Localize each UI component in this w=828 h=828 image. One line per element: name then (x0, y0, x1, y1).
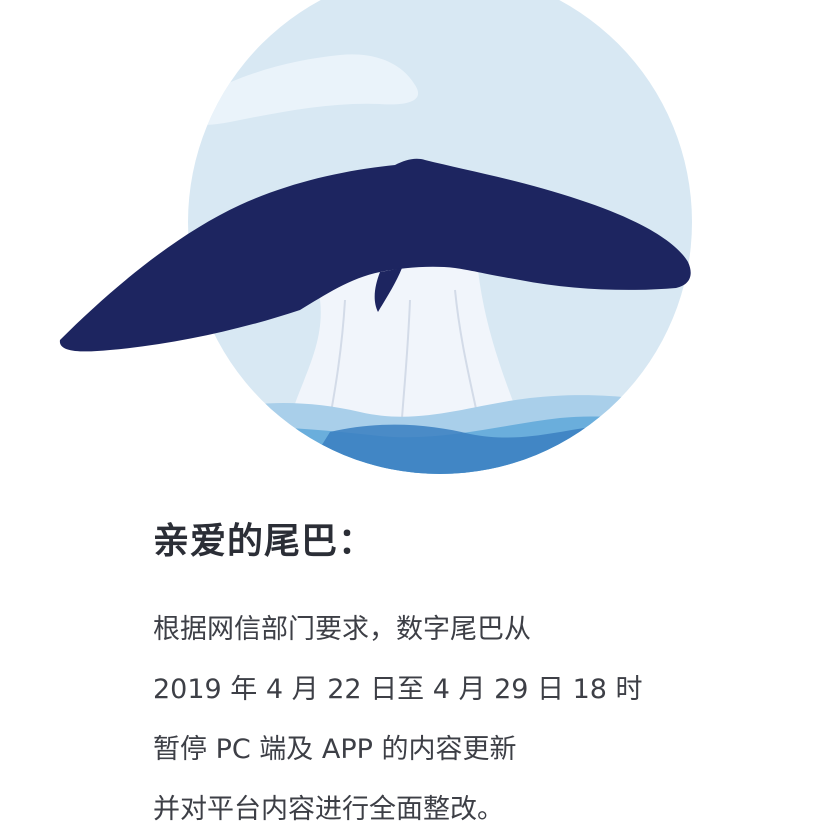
message-line: 并对平台内容进行全面整改。 (153, 794, 504, 825)
greeting-heading: 亲爱的尾巴： (153, 521, 376, 562)
whale-tail-illustration (59, 0, 692, 474)
message-line: 根据网信部门要求，数字尾巴从 (153, 614, 531, 645)
announcement-message: 根据网信部门要求，数字尾巴从 2019 年 4 月 22 日至 4 月 29 日… (153, 600, 643, 828)
message-line: 暂停 PC 端及 APP 的内容更新 (153, 734, 517, 765)
message-line: 2019 年 4 月 22 日至 4 月 29 日 18 时 (153, 674, 643, 705)
announcement-page: 亲爱的尾巴： 根据网信部门要求，数字尾巴从 2019 年 4 月 22 日至 4… (0, 0, 828, 828)
